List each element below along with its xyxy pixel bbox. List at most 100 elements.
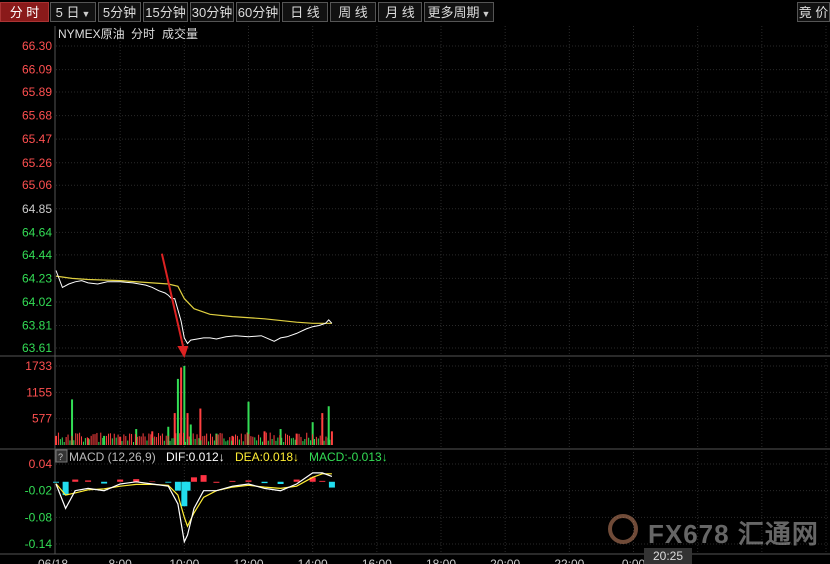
macd-histogram-bar bbox=[184, 481, 191, 491]
period-button-1[interactable]: 5 日 ▼ bbox=[50, 2, 96, 22]
period-button-label: 60分钟 bbox=[237, 5, 279, 20]
volume-bar bbox=[152, 437, 154, 445]
volume-bar bbox=[146, 440, 148, 445]
volume-bar bbox=[287, 434, 288, 445]
volume-bar bbox=[240, 433, 242, 445]
volume-bar bbox=[96, 432, 98, 445]
time-tick-label: 20:00 bbox=[490, 557, 520, 564]
volume-bar bbox=[283, 442, 285, 445]
price-tick-label: 64.85 bbox=[22, 202, 52, 216]
volume-bar bbox=[252, 436, 254, 445]
volume-tick-label: 1733 bbox=[25, 359, 52, 373]
volume-bar bbox=[86, 437, 88, 445]
period-button-label: 5 日 bbox=[55, 5, 80, 20]
period-button-9[interactable]: 更多周期 ▼ bbox=[424, 2, 494, 22]
volume-bar bbox=[204, 435, 206, 445]
volume-bar bbox=[192, 433, 194, 445]
volume-bar bbox=[321, 436, 323, 445]
period-button-3[interactable]: 15分钟 bbox=[143, 2, 188, 22]
time-tick-label: 22:00 bbox=[554, 557, 584, 564]
volume-bar bbox=[121, 441, 123, 445]
volume-bar bbox=[133, 442, 134, 445]
price-plot bbox=[55, 270, 333, 345]
volume-tick-label: 577 bbox=[32, 412, 52, 426]
period-button-5[interactable]: 60分钟 bbox=[236, 2, 280, 22]
dropdown-arrow-icon: ▼ bbox=[481, 9, 491, 19]
volume-bar bbox=[290, 438, 292, 445]
price-tick-label: 65.26 bbox=[22, 156, 52, 170]
volume-bar bbox=[292, 437, 294, 445]
volume-bar bbox=[111, 438, 113, 445]
volume-bar bbox=[115, 437, 117, 445]
price-line bbox=[55, 270, 333, 345]
volume-bar bbox=[163, 440, 165, 445]
volume-bar bbox=[263, 434, 265, 445]
auction-button[interactable]: 竟 价 bbox=[797, 2, 830, 22]
volume-bar bbox=[109, 433, 111, 445]
volume-bar bbox=[275, 440, 277, 445]
volume-bar bbox=[246, 432, 248, 445]
volume-bar bbox=[306, 432, 308, 445]
volume-bar bbox=[94, 434, 96, 445]
dropdown-arrow-icon: ▼ bbox=[81, 9, 91, 19]
volume-bar bbox=[159, 435, 161, 445]
volume-bar bbox=[104, 441, 106, 445]
volume-bar bbox=[79, 432, 81, 445]
macd-histogram-bar bbox=[117, 479, 124, 482]
volume-bar bbox=[294, 439, 296, 445]
price-tick-label: 64.64 bbox=[22, 225, 52, 239]
volume-tick-label: 1155 bbox=[26, 385, 52, 399]
volume-bar bbox=[221, 433, 223, 445]
time-tick-label: 06/18 bbox=[38, 557, 68, 564]
period-button-0[interactable]: 分 时 bbox=[0, 2, 49, 22]
period-button-8[interactable]: 月 线 bbox=[378, 2, 422, 22]
volume-bar bbox=[156, 437, 158, 445]
macd-histogram-bar bbox=[174, 481, 181, 491]
volume-bar bbox=[206, 433, 208, 445]
volume-bar bbox=[242, 441, 244, 445]
volume-bar bbox=[131, 433, 133, 445]
volume-bar bbox=[158, 433, 160, 445]
volume-bar bbox=[236, 435, 238, 445]
volume-bar bbox=[329, 439, 331, 445]
volume-bar bbox=[138, 436, 140, 445]
volume-bar bbox=[327, 437, 329, 445]
avg-price-line bbox=[55, 275, 332, 324]
grid bbox=[0, 26, 830, 555]
time-tick-label: 18:00 bbox=[426, 557, 456, 564]
volume-bar bbox=[184, 441, 186, 445]
volume-bar bbox=[179, 433, 181, 445]
volume-bar bbox=[167, 435, 169, 445]
volume-bar bbox=[123, 434, 125, 445]
period-button-4[interactable]: 30分钟 bbox=[190, 2, 234, 22]
volume-bar bbox=[119, 436, 121, 445]
macd-histogram-bar bbox=[319, 480, 326, 482]
volume-bar bbox=[88, 439, 90, 445]
volume-bar bbox=[202, 436, 204, 445]
period-button-6[interactable]: 日 线 bbox=[282, 2, 328, 22]
volume-bar bbox=[208, 441, 210, 445]
volume-bar bbox=[177, 437, 179, 445]
volume-bar bbox=[211, 436, 213, 445]
period-button-7[interactable]: 周 线 bbox=[330, 2, 376, 22]
period-button-2[interactable]: 5分钟 bbox=[98, 2, 141, 22]
volume-bar bbox=[325, 436, 327, 445]
volume-bar bbox=[310, 440, 312, 445]
volume-bar bbox=[277, 437, 279, 445]
volume-bar bbox=[106, 435, 108, 445]
macd-histogram-bar bbox=[190, 477, 197, 482]
volume-bar bbox=[161, 433, 163, 445]
macd-dea: DEA:0.018↓ bbox=[235, 450, 299, 464]
period-button-label: 周 线 bbox=[338, 5, 368, 20]
volume-bar bbox=[267, 440, 269, 445]
price-tick-label: 65.68 bbox=[22, 109, 52, 123]
macd-histogram-bar bbox=[245, 480, 252, 482]
volume-title-label: 成交量 bbox=[162, 26, 198, 41]
volume-bar bbox=[319, 435, 321, 445]
volume-bar bbox=[77, 433, 79, 445]
volume-bar bbox=[215, 434, 217, 445]
volume-bar bbox=[235, 434, 237, 445]
fx678-logo-icon bbox=[608, 514, 638, 544]
price-tick-label: 63.81 bbox=[22, 319, 52, 333]
volume-bar bbox=[56, 435, 57, 445]
